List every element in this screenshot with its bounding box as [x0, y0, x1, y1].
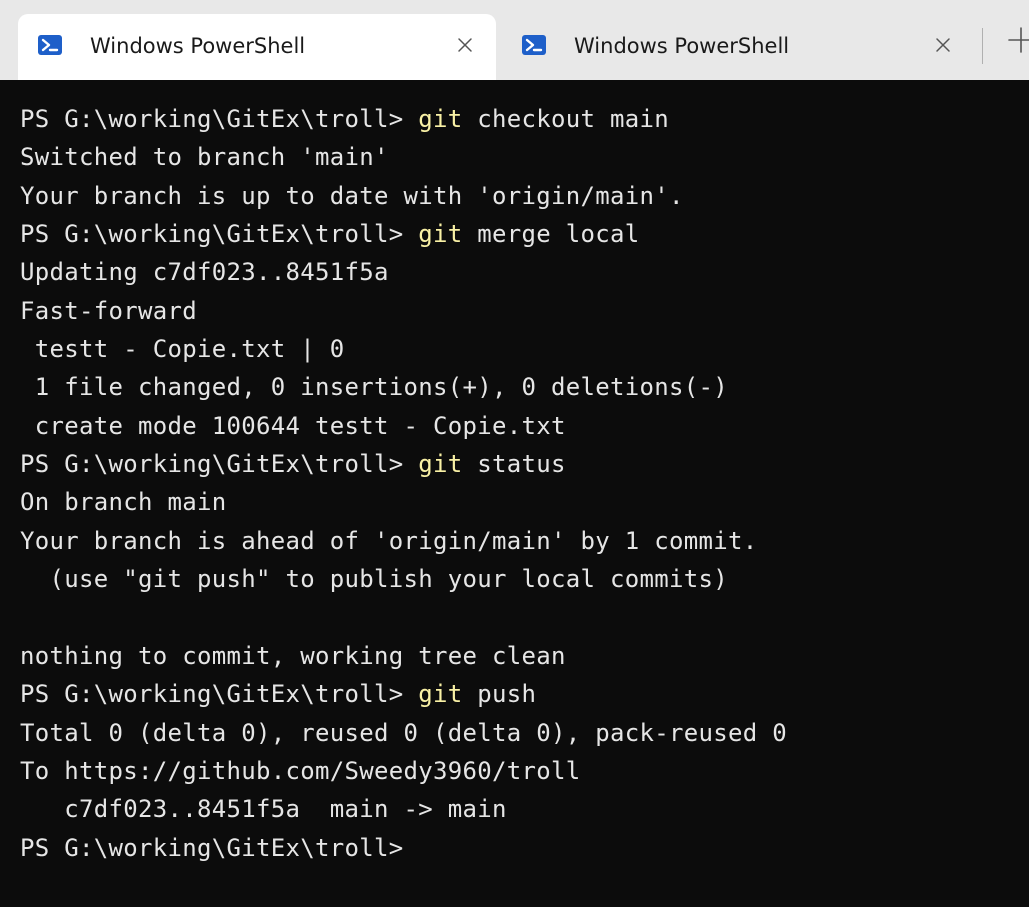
output-text: Updating c7df023..8451f5a — [20, 258, 389, 287]
terminal-line: Your branch is up to date with 'origin/m… — [20, 177, 1029, 215]
prompt: PS G:\working\GitEx\troll> — [20, 105, 419, 133]
tab-separator — [982, 28, 983, 64]
command-name: git — [418, 105, 463, 133]
command-args: checkout main — [462, 105, 669, 133]
terminal-window: Windows PowerShell Windows PowerShell PS… — [0, 0, 1029, 907]
terminal-line: Total 0 (delta 0), reused 0 (delta 0), p… — [20, 714, 1029, 752]
terminal-line: nothing to commit, working tree clean — [20, 637, 1029, 675]
command-args: merge local — [462, 220, 640, 249]
close-icon[interactable] — [930, 32, 956, 58]
tab-powershell-1[interactable]: Windows PowerShell — [18, 14, 496, 80]
terminal-line: Switched to branch 'main' — [20, 138, 1029, 176]
prompt: PS G:\working\GitEx\troll> — [20, 220, 419, 249]
command-args: status — [462, 450, 566, 479]
output-text: c7df023..8451f5a main -> main — [20, 795, 507, 824]
terminal-output[interactable]: PS G:\working\GitEx\troll> git checkout … — [0, 80, 1029, 907]
output-text: (use "git push" to publish your local co… — [20, 565, 728, 594]
terminal-line: To https://github.com/Sweedy3960/troll — [20, 752, 1029, 790]
powershell-icon — [38, 35, 62, 55]
command-name: git — [418, 680, 463, 709]
prompt: PS G:\working\GitEx\troll> — [20, 450, 419, 479]
terminal-line: On branch main — [20, 483, 1029, 521]
terminal-line: PS G:\working\GitEx\troll> git push — [20, 675, 1029, 713]
terminal-line: (use "git push" to publish your local co… — [20, 560, 1029, 598]
output-text: create mode 100644 testt - Copie.txt — [20, 411, 566, 440]
output-text: Total 0 (delta 0), reused 0 (delta 0), p… — [20, 718, 787, 747]
output-text: To https://github.com/Sweedy3960/troll — [20, 756, 581, 785]
terminal-line: PS G:\working\GitEx\troll> git checkout … — [20, 100, 1029, 138]
powershell-icon — [522, 35, 546, 55]
output-text: Your branch is ahead of 'origin/main' by… — [20, 526, 758, 555]
output-text: 1 file changed, 0 insertions(+), 0 delet… — [20, 373, 728, 402]
plus-icon[interactable] — [1006, 20, 1029, 60]
prompt: PS G:\working\GitEx\troll> — [20, 680, 419, 709]
tab-bar: Windows PowerShell Windows PowerShell — [0, 0, 1029, 80]
prompt: PS G:\working\GitEx\troll> — [20, 833, 404, 862]
tab-title: Windows PowerShell — [90, 34, 306, 58]
terminal-line: Your branch is ahead of 'origin/main' by… — [20, 522, 1029, 560]
command-args: push — [462, 680, 537, 709]
terminal-line: PS G:\working\GitEx\troll> — [20, 829, 1029, 867]
output-text: testt - Copie.txt | 0 — [20, 335, 345, 364]
output-text: Fast-forward — [20, 296, 197, 325]
close-icon[interactable] — [452, 32, 478, 58]
output-text: Your branch is up to date with 'origin/m… — [20, 181, 684, 210]
tab-title: Windows PowerShell — [574, 34, 790, 58]
terminal-lines: PS G:\working\GitEx\troll> git checkout … — [20, 100, 1029, 867]
terminal-line: c7df023..8451f5a main -> main — [20, 790, 1029, 828]
command-name: git — [418, 220, 463, 249]
terminal-line: create mode 100644 testt - Copie.txt — [20, 407, 1029, 445]
terminal-line: Fast-forward — [20, 292, 1029, 330]
output-text: Switched to branch 'main' — [20, 143, 389, 172]
tab-powershell-2[interactable]: Windows PowerShell — [500, 14, 970, 80]
output-text: On branch main — [20, 488, 227, 517]
terminal-line: testt - Copie.txt | 0 — [20, 330, 1029, 368]
output-text: nothing to commit, working tree clean — [20, 641, 566, 670]
terminal-line: 1 file changed, 0 insertions(+), 0 delet… — [20, 368, 1029, 406]
terminal-line: PS G:\working\GitEx\troll> git merge loc… — [20, 215, 1029, 253]
terminal-line: PS G:\working\GitEx\troll> git status — [20, 445, 1029, 483]
command-name: git — [418, 450, 463, 479]
terminal-line: Updating c7df023..8451f5a — [20, 253, 1029, 291]
